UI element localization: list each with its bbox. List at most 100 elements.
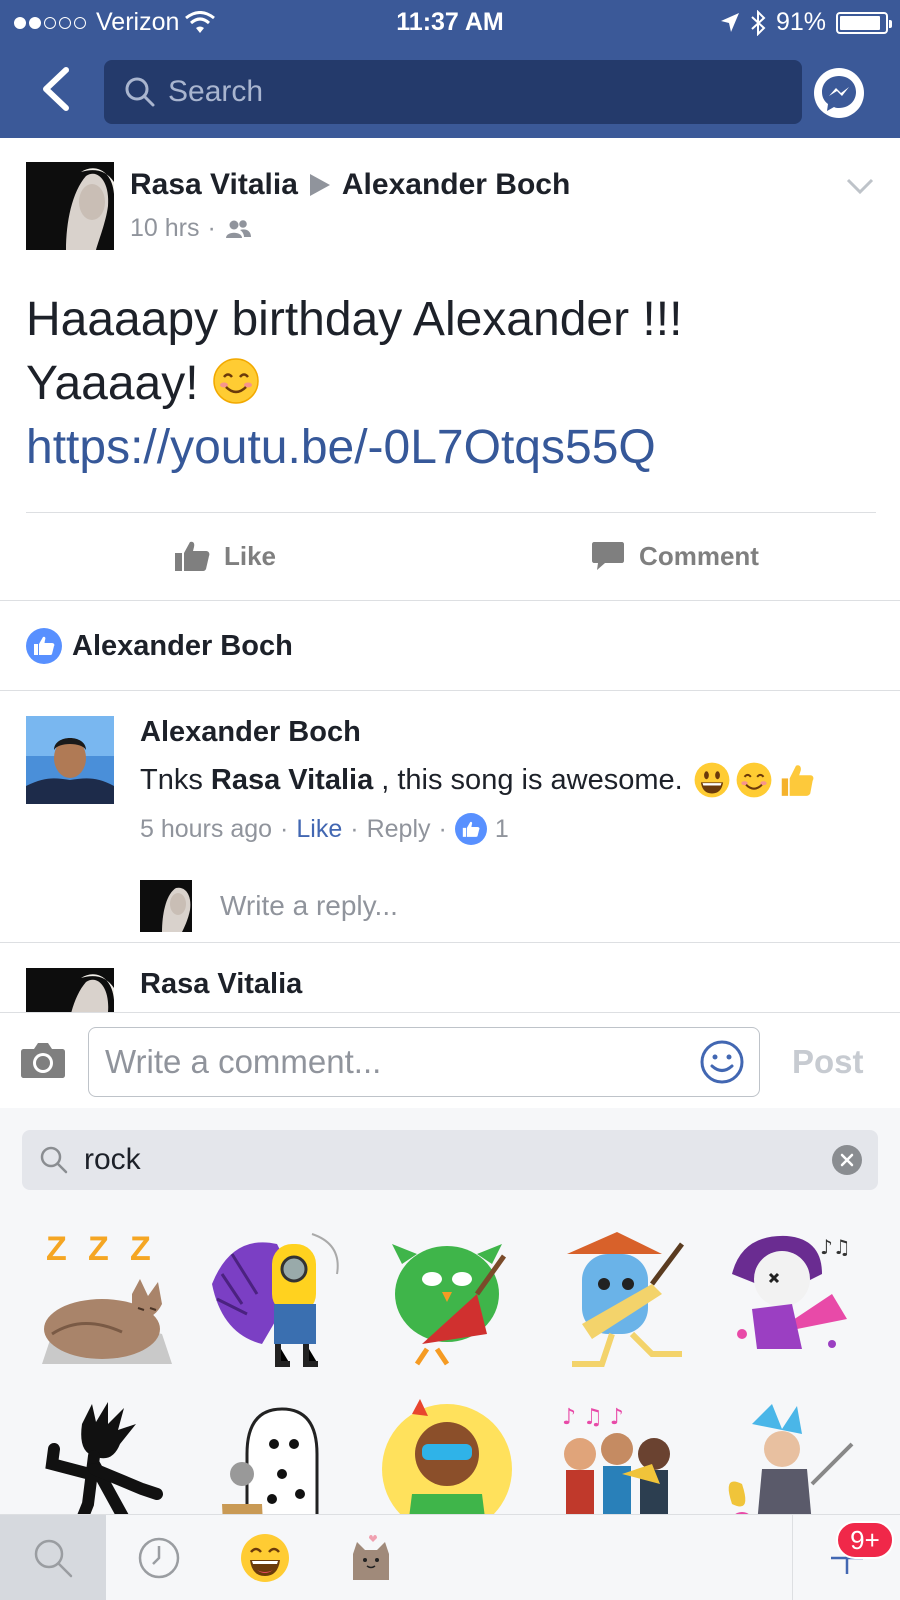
post-actions: Like Comment xyxy=(0,512,900,600)
smiling-emoji-icon xyxy=(213,358,259,404)
sleeping-cat-sticker[interactable]: Z Z Z xyxy=(32,1224,182,1374)
laughing-face-icon xyxy=(241,1534,289,1582)
search-icon xyxy=(34,1539,73,1578)
thumbs-up-emoji-icon xyxy=(781,765,814,796)
comment-mention[interactable]: Rasa Vitalia xyxy=(211,764,373,797)
chevron-down-icon[interactable] xyxy=(844,174,876,198)
messenger-icon xyxy=(822,76,856,111)
comment-suffix: , this song is awesome. xyxy=(373,763,683,796)
comment-author[interactable]: Rasa Vitalia xyxy=(140,968,302,1001)
rock-silhouette-sticker[interactable] xyxy=(32,1394,182,1514)
meta-separator: · xyxy=(280,814,289,843)
brass-band-sticker[interactable]: ♪ ♫ ♪ xyxy=(542,1394,692,1514)
svg-text:♪♫: ♪♫ xyxy=(820,1235,851,1259)
comment-body: Rasa Vitalia xyxy=(140,968,302,1001)
battery-icon xyxy=(836,11,892,34)
post-author-name[interactable]: Rasa Vitalia xyxy=(130,168,298,202)
green-bird-balalaika-sticker[interactable] xyxy=(372,1224,522,1374)
top-bar: Verizon 11:37 AM 91% Search xyxy=(0,0,900,138)
comment-body: Alexander Boch Tnks Rasa Vitalia , this … xyxy=(140,716,815,845)
avatar xyxy=(140,880,192,932)
post-line-2: Yaaaay! xyxy=(26,357,199,410)
svg-text:Z: Z xyxy=(88,1230,109,1268)
search-input[interactable]: Search xyxy=(104,60,802,124)
post-line-2-wrap: Yaaaay! xyxy=(26,352,876,416)
post-button[interactable]: Post xyxy=(792,1043,864,1081)
divider xyxy=(0,690,900,691)
search-placeholder: Search xyxy=(168,75,264,108)
comment-reply-link[interactable]: Reply xyxy=(367,815,431,844)
sticker-tray: rock Z Z Z ♪♫ ♪ ♫ ♪ xyxy=(0,1108,900,1514)
comment-composer: Write a comment... Post xyxy=(0,1012,900,1108)
sticker-search-input[interactable]: rock xyxy=(22,1130,878,1190)
comment-item: Alexander Boch Tnks Rasa Vitalia , this … xyxy=(26,716,876,856)
close-icon xyxy=(840,1153,854,1167)
post-time[interactable]: 10 hrs xyxy=(130,214,199,243)
like-label: Like xyxy=(223,540,277,571)
comment-label: Comment xyxy=(639,540,759,571)
comment-placeholder: Write a comment... xyxy=(105,1043,382,1080)
author-photo xyxy=(26,162,114,250)
location-arrow-icon xyxy=(720,12,739,32)
likes-summary[interactable]: Alexander Boch xyxy=(26,626,293,666)
pusheen-cat-icon xyxy=(353,1535,389,1580)
thumbs-up-icon xyxy=(174,541,210,571)
like-button[interactable]: Like xyxy=(0,512,450,600)
post-meta: 10 hrs · xyxy=(130,214,252,243)
sticker-emoji-icon[interactable] xyxy=(699,1039,745,1085)
post-body: Haaaapy birthday Alexander !!! Yaaaay! h… xyxy=(26,288,876,480)
comment-author[interactable]: Alexander Boch xyxy=(140,716,815,749)
svg-text:♪ ♫ ♪: ♪ ♫ ♪ xyxy=(562,1405,624,1430)
post-line-1: Haaaapy birthday Alexander !!! xyxy=(26,293,683,346)
status-bar: Verizon 11:37 AM 91% xyxy=(0,0,900,46)
comment-text: Tnks Rasa Vitalia , this song is awesome… xyxy=(140,761,815,799)
post-author-line: Rasa Vitalia Alexander Boch xyxy=(130,168,570,202)
comment-meta: 5 hours ago · Like · Reply · 1 xyxy=(140,813,815,845)
sticker-tab-bar: 9+ xyxy=(0,1514,900,1600)
battery-percent: 91% xyxy=(775,8,826,36)
comment-like-count-icon[interactable] xyxy=(454,813,487,845)
clock-icon xyxy=(138,1537,180,1579)
comment-like-link[interactable]: Like xyxy=(296,815,342,844)
meta-separator: · xyxy=(438,814,447,843)
comment-icon xyxy=(592,542,625,570)
tab-recent[interactable] xyxy=(106,1515,212,1600)
friends-privacy-icon xyxy=(225,219,251,238)
status-right: 91% xyxy=(720,8,892,37)
comment-emojis xyxy=(693,761,815,799)
grinning-emoji-icon xyxy=(694,762,730,798)
avatar[interactable] xyxy=(26,162,114,250)
notification-badge: 9+ xyxy=(836,1521,894,1559)
meta-separator: · xyxy=(207,214,216,242)
comment-input[interactable]: Write a comment... xyxy=(88,1027,760,1097)
post-link[interactable]: https://youtu.be/-0L7Otqs55Q xyxy=(26,416,876,480)
arrow-right-icon xyxy=(309,174,330,196)
meta-separator: · xyxy=(350,814,359,843)
tab-emoji-pack[interactable] xyxy=(212,1515,318,1600)
post-header: Rasa Vitalia Alexander Boch 10 hrs · xyxy=(26,162,876,252)
ghost-sticker[interactable] xyxy=(202,1394,352,1514)
bluetooth-icon xyxy=(751,9,766,36)
back-arrow-icon xyxy=(43,67,69,111)
avatar[interactable] xyxy=(26,968,114,1012)
sticker-search-query: rock xyxy=(84,1143,141,1176)
camera-icon[interactable] xyxy=(20,1041,66,1079)
tab-search[interactable] xyxy=(0,1515,106,1600)
post-target-name[interactable]: Alexander Boch xyxy=(342,168,570,202)
tab-pusheen-pack[interactable] xyxy=(318,1515,424,1600)
comment-button[interactable]: Comment xyxy=(450,512,900,600)
messenger-button[interactable] xyxy=(814,68,864,118)
singer-sticker[interactable]: ARRASOU! xyxy=(372,1394,522,1514)
blue-creature-guitar-sticker[interactable] xyxy=(542,1224,692,1374)
back-button[interactable] xyxy=(36,64,76,114)
avatar[interactable] xyxy=(26,716,114,804)
comment-time: 5 hours ago xyxy=(140,814,273,843)
divider xyxy=(0,600,900,601)
reply-composer[interactable]: Write a reply... xyxy=(140,880,398,932)
rocker-band-sticker[interactable] xyxy=(712,1394,862,1514)
search-icon xyxy=(125,77,155,107)
purple-hair-rocker-sticker[interactable] xyxy=(202,1224,352,1374)
punk-guitar-girl-sticker[interactable]: ♪♫ xyxy=(712,1224,862,1374)
clear-search-button[interactable] xyxy=(832,1145,862,1175)
smiling-emoji-icon xyxy=(736,762,772,798)
